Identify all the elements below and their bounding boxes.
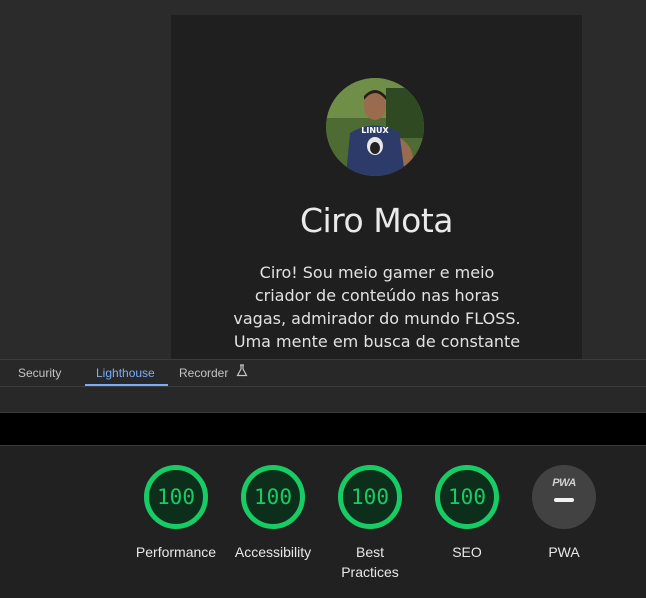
- gauge-label: Best Practices: [341, 544, 399, 580]
- score-value: 100: [351, 485, 389, 509]
- active-tab-indicator: [85, 384, 168, 386]
- tab-label: Security: [18, 366, 62, 380]
- tab-lighthouse[interactable]: Lighthouse: [96, 360, 155, 387]
- gauge-label: Accessibility: [234, 544, 312, 560]
- gauge-seo[interactable]: 100 SEO: [417, 465, 517, 562]
- profile-bio: Ciro! Sou meio gamer e meio criador de c…: [233, 263, 521, 351]
- score-value: 100: [254, 485, 292, 509]
- gauge-label: SEO: [452, 544, 482, 560]
- tab-label: Lighthouse: [96, 366, 155, 380]
- pwa-badge: PWA: [532, 465, 596, 529]
- score-value: 100: [448, 485, 486, 509]
- tab-security[interactable]: Security: [18, 360, 61, 387]
- report-header-bar: [0, 413, 646, 446]
- gauge-performance[interactable]: 100 Performance: [126, 465, 226, 562]
- score-ring: 100: [338, 465, 402, 529]
- gauge-label: Performance: [135, 544, 217, 560]
- tab-recorder[interactable]: Recorder: [179, 360, 248, 387]
- pwa-dash-icon: [554, 498, 574, 502]
- tab-label: Recorder: [179, 366, 229, 380]
- gauge-best-practices[interactable]: 100 Best Practices: [320, 465, 420, 582]
- profile-name: Ciro Mota: [299, 201, 454, 240]
- lighthouse-report: 100 Performance 100 Accessibility 100 Be…: [0, 446, 646, 598]
- devtools-tab-bar: Security Lighthouse Recorder: [0, 359, 646, 387]
- pwa-badge-text: PWA: [552, 477, 576, 489]
- lighthouse-toolbar: [0, 387, 646, 413]
- gauge-pwa[interactable]: PWA PWA: [514, 465, 614, 562]
- page-viewport: LINUX Ciro Mota Ciro! Sou meio gamer e m…: [0, 0, 646, 359]
- profile-card: LINUX Ciro Mota Ciro! Sou meio gamer e m…: [171, 15, 582, 359]
- score-ring: 100: [435, 465, 499, 529]
- score-value: 100: [157, 485, 195, 509]
- svg-text:LINUX: LINUX: [361, 126, 389, 135]
- gauge-accessibility[interactable]: 100 Accessibility: [223, 465, 323, 562]
- flask-icon: [236, 360, 248, 387]
- score-ring: 100: [241, 465, 305, 529]
- avatar: LINUX: [326, 78, 424, 176]
- gauge-label: PWA: [548, 544, 580, 560]
- score-ring: 100: [144, 465, 208, 529]
